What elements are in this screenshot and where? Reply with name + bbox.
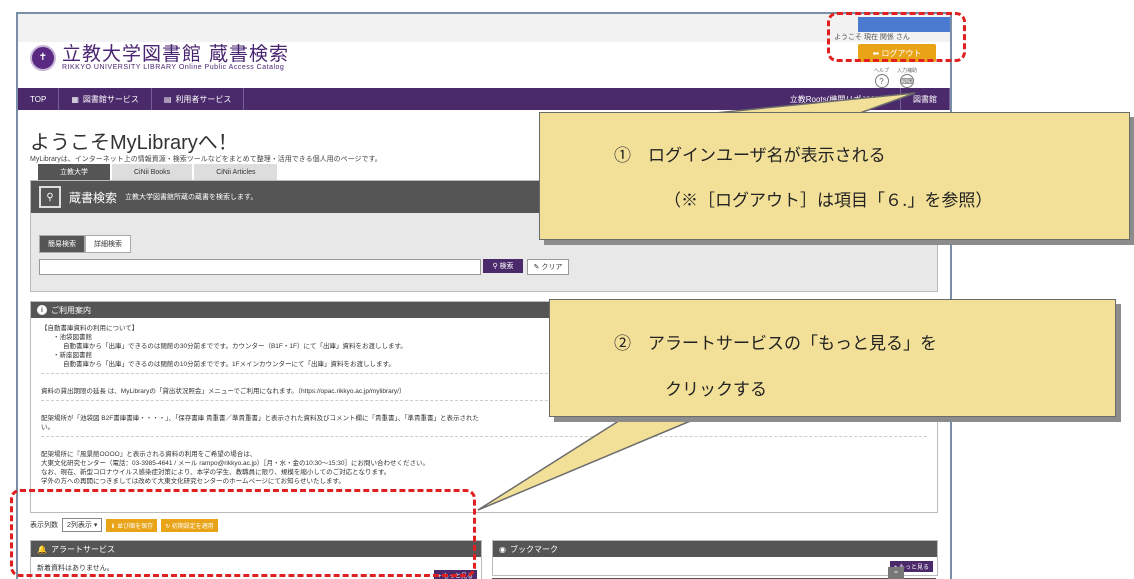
highlight-alert-area — [10, 489, 476, 577]
callout2-pointer — [477, 416, 701, 511]
callout1-pointer — [714, 92, 916, 114]
callout1-line1: ① ログインユーザ名が表示される — [614, 146, 886, 166]
highlight-logout-area — [827, 12, 966, 62]
callout2-line2: クリックする — [665, 380, 767, 400]
callout1-line2: （※［ログアウト］は項目「６.」を参照） — [664, 191, 993, 211]
callout2-line1: ② アラートサービスの「もっと見る」を — [614, 334, 937, 354]
callout-username: ① ログインユーザ名が表示される （※［ログアウト］は項目「６.」を参照） — [539, 112, 1130, 240]
callout-alert-more: ② アラートサービスの「もっと見る」を クリックする — [549, 299, 1116, 417]
